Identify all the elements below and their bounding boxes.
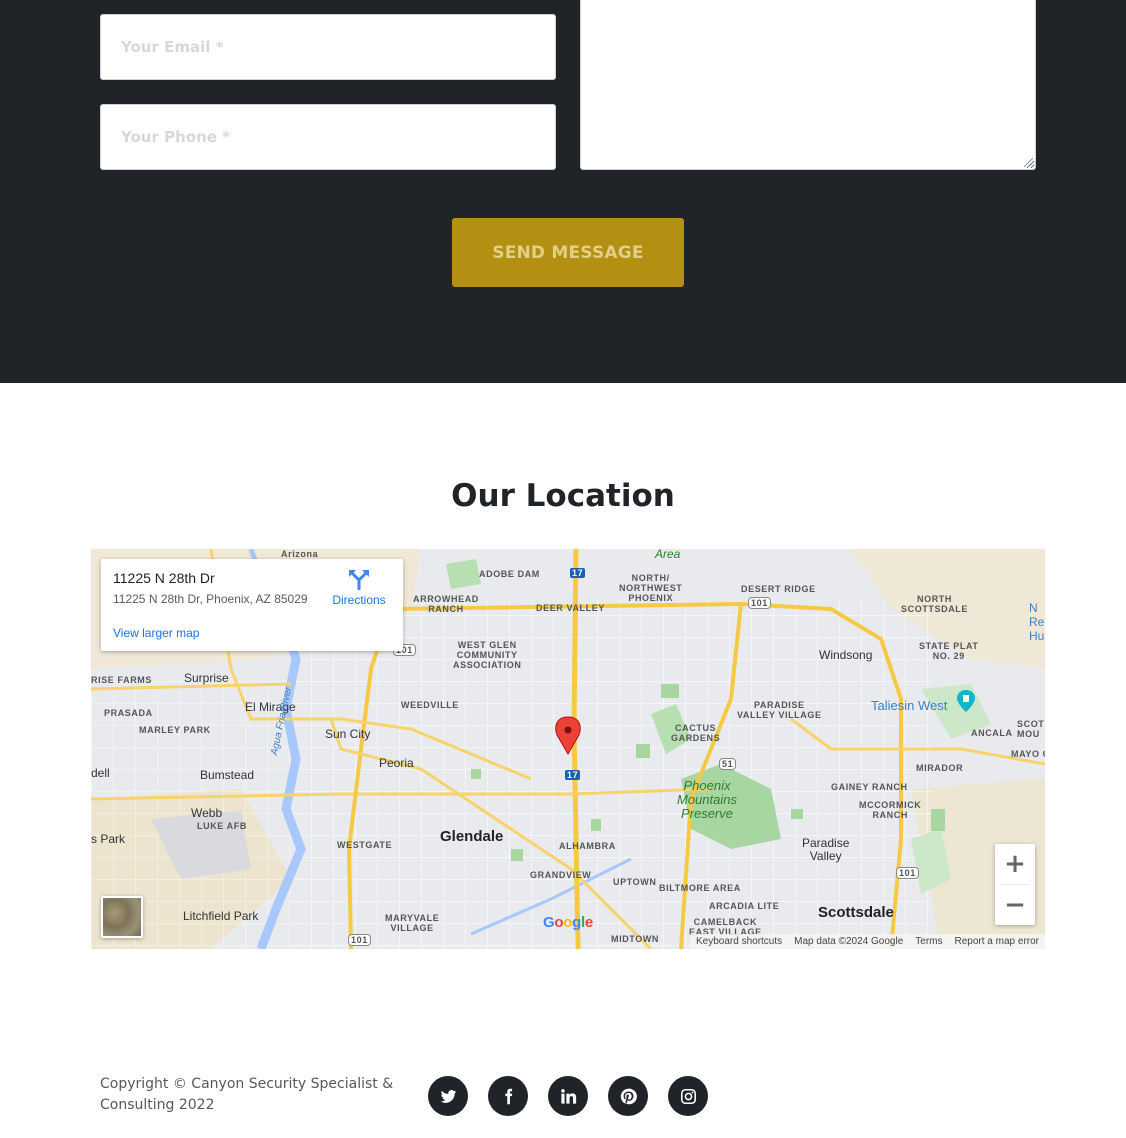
pinterest-link[interactable] xyxy=(608,1076,648,1116)
facebook-icon xyxy=(504,1088,512,1104)
email-field-wrapper xyxy=(100,14,556,80)
map-label: MIRADOR xyxy=(916,763,964,773)
terms-link[interactable]: Terms xyxy=(915,936,942,947)
landmark-pin-icon[interactable] xyxy=(957,690,975,712)
highway-shield: 101 xyxy=(348,934,371,946)
location-title: Our Location xyxy=(451,478,675,514)
satellite-toggle-button[interactable] xyxy=(101,896,143,938)
map-label: WEEDVILLE xyxy=(401,700,459,710)
map-label: LUKE AFB xyxy=(197,821,247,831)
view-larger-map-link[interactable]: View larger map xyxy=(113,626,199,640)
contact-form-section: SEND MESSAGE xyxy=(0,0,1126,383)
map-label: GAINEY RANCH xyxy=(831,782,908,792)
send-message-button[interactable]: SEND MESSAGE xyxy=(452,218,684,287)
instagram-icon xyxy=(680,1088,696,1104)
facebook-link[interactable] xyxy=(488,1076,528,1116)
report-map-error-link[interactable]: Report a map error xyxy=(955,936,1039,947)
map-label: STATE PLAT NO. 29 xyxy=(919,641,979,661)
directions-button[interactable]: Directions xyxy=(329,569,389,607)
map-label: SCOT MOU xyxy=(1017,719,1045,739)
map-label: UPTOWN xyxy=(613,877,657,887)
phone-field[interactable] xyxy=(101,105,555,169)
map-label: Taliesin West xyxy=(871,698,948,713)
map-label: BILTMORE AREA xyxy=(659,883,741,893)
map-label: Windsong xyxy=(819,648,873,662)
map-label: N Re Hu xyxy=(1029,601,1045,643)
twitter-icon xyxy=(440,1089,456,1103)
map-label: RISE FARMS xyxy=(91,675,153,685)
map-label: MARYVALE VILLAGE xyxy=(385,913,440,933)
map-label: MAYO C xyxy=(1011,749,1045,759)
zoom-out-button[interactable]: − xyxy=(995,885,1035,925)
map-info-card: 11225 N 28th Dr 11225 N 28th Dr, Phoenix… xyxy=(101,559,403,651)
highway-shield: 101 xyxy=(896,867,919,879)
place-name: 11225 N 28th Dr xyxy=(113,570,215,586)
map-label: s Park xyxy=(91,832,126,846)
map-label: WEST GLEN COMMUNITY ASSOCIATION xyxy=(453,640,522,670)
map-label: Bumstead xyxy=(200,768,255,782)
map-label: Litchfield Park xyxy=(183,909,259,923)
map-label: Sun City xyxy=(325,727,371,741)
highway-shield: 101 xyxy=(748,597,771,609)
resize-handle[interactable] xyxy=(1024,158,1033,167)
map-label: Webb xyxy=(191,806,223,820)
phone-field-wrapper xyxy=(100,104,556,170)
map-label: Arizona xyxy=(281,549,319,559)
map-label: ADOBE DAM xyxy=(479,569,540,579)
map-label: Peoria xyxy=(379,756,414,770)
map-label: DESERT RIDGE xyxy=(741,584,816,594)
instagram-link[interactable] xyxy=(668,1076,708,1116)
zoom-in-button[interactable]: + xyxy=(995,844,1035,884)
map-label: WESTGATE xyxy=(337,840,393,850)
message-field[interactable] xyxy=(581,0,1035,169)
twitter-link[interactable] xyxy=(428,1076,468,1116)
map-label: ARCADIA LITE xyxy=(709,901,780,911)
linkedin-link[interactable] xyxy=(548,1076,588,1116)
map-label: Scottsdale xyxy=(818,904,894,921)
linkedin-icon xyxy=(560,1088,576,1104)
directions-icon xyxy=(349,570,369,590)
map-label: NORTH/ NORTHWEST PHOENIX xyxy=(619,573,683,603)
map-label: GRANDVIEW xyxy=(530,870,592,880)
map-label: PRASADA xyxy=(104,708,153,718)
map-label: dell xyxy=(91,766,110,780)
highway-shield: 17 xyxy=(570,568,586,578)
map-label: Area xyxy=(655,549,681,561)
map-label: ANCALA xyxy=(971,728,1013,738)
map-label: ARROWHEAD RANCH xyxy=(413,594,479,614)
map-label: Surprise xyxy=(184,671,229,685)
map-label: CACTUS GARDENS xyxy=(671,723,721,743)
map-label: DEER VALLEY xyxy=(536,603,605,613)
map-label: MIDTOWN xyxy=(611,934,660,944)
map-label: Paradise Valley xyxy=(802,836,850,863)
highway-shield: 51 xyxy=(719,758,737,770)
map-data-credit: Map data ©2024 Google xyxy=(794,936,904,947)
pinterest-icon xyxy=(620,1088,637,1104)
map-label: ALHAMBRA xyxy=(559,841,616,851)
place-address: 11225 N 28th Dr, Phoenix, AZ 85029 xyxy=(113,592,308,606)
google-logo: Google xyxy=(543,914,593,931)
directions-label: Directions xyxy=(332,593,386,607)
map-label: NORTH SCOTTSDALE xyxy=(901,594,969,614)
email-field[interactable] xyxy=(101,15,555,79)
map-attribution-bar: Keyboard shortcuts Map data ©2024 Google… xyxy=(689,934,1045,949)
google-map[interactable]: Area ADOBE DAM NORTH/ NORTHWEST PHOENIX … xyxy=(91,549,1045,949)
message-field-wrapper xyxy=(580,0,1036,170)
map-label: MCCORMICK RANCH xyxy=(859,800,922,820)
map-label: Glendale xyxy=(440,828,504,845)
highway-shield: 17 xyxy=(565,770,581,780)
map-label: MARLEY PARK xyxy=(139,725,211,735)
copyright-text: Copyright © Canyon Security Specialist &… xyxy=(100,1076,394,1113)
map-label: Phoenix Mountains Preserve xyxy=(677,778,737,821)
map-label: PARADISE VALLEY VILLAGE xyxy=(737,700,822,720)
keyboard-shortcuts-link[interactable]: Keyboard shortcuts xyxy=(696,936,782,947)
zoom-control: + − xyxy=(995,844,1035,925)
